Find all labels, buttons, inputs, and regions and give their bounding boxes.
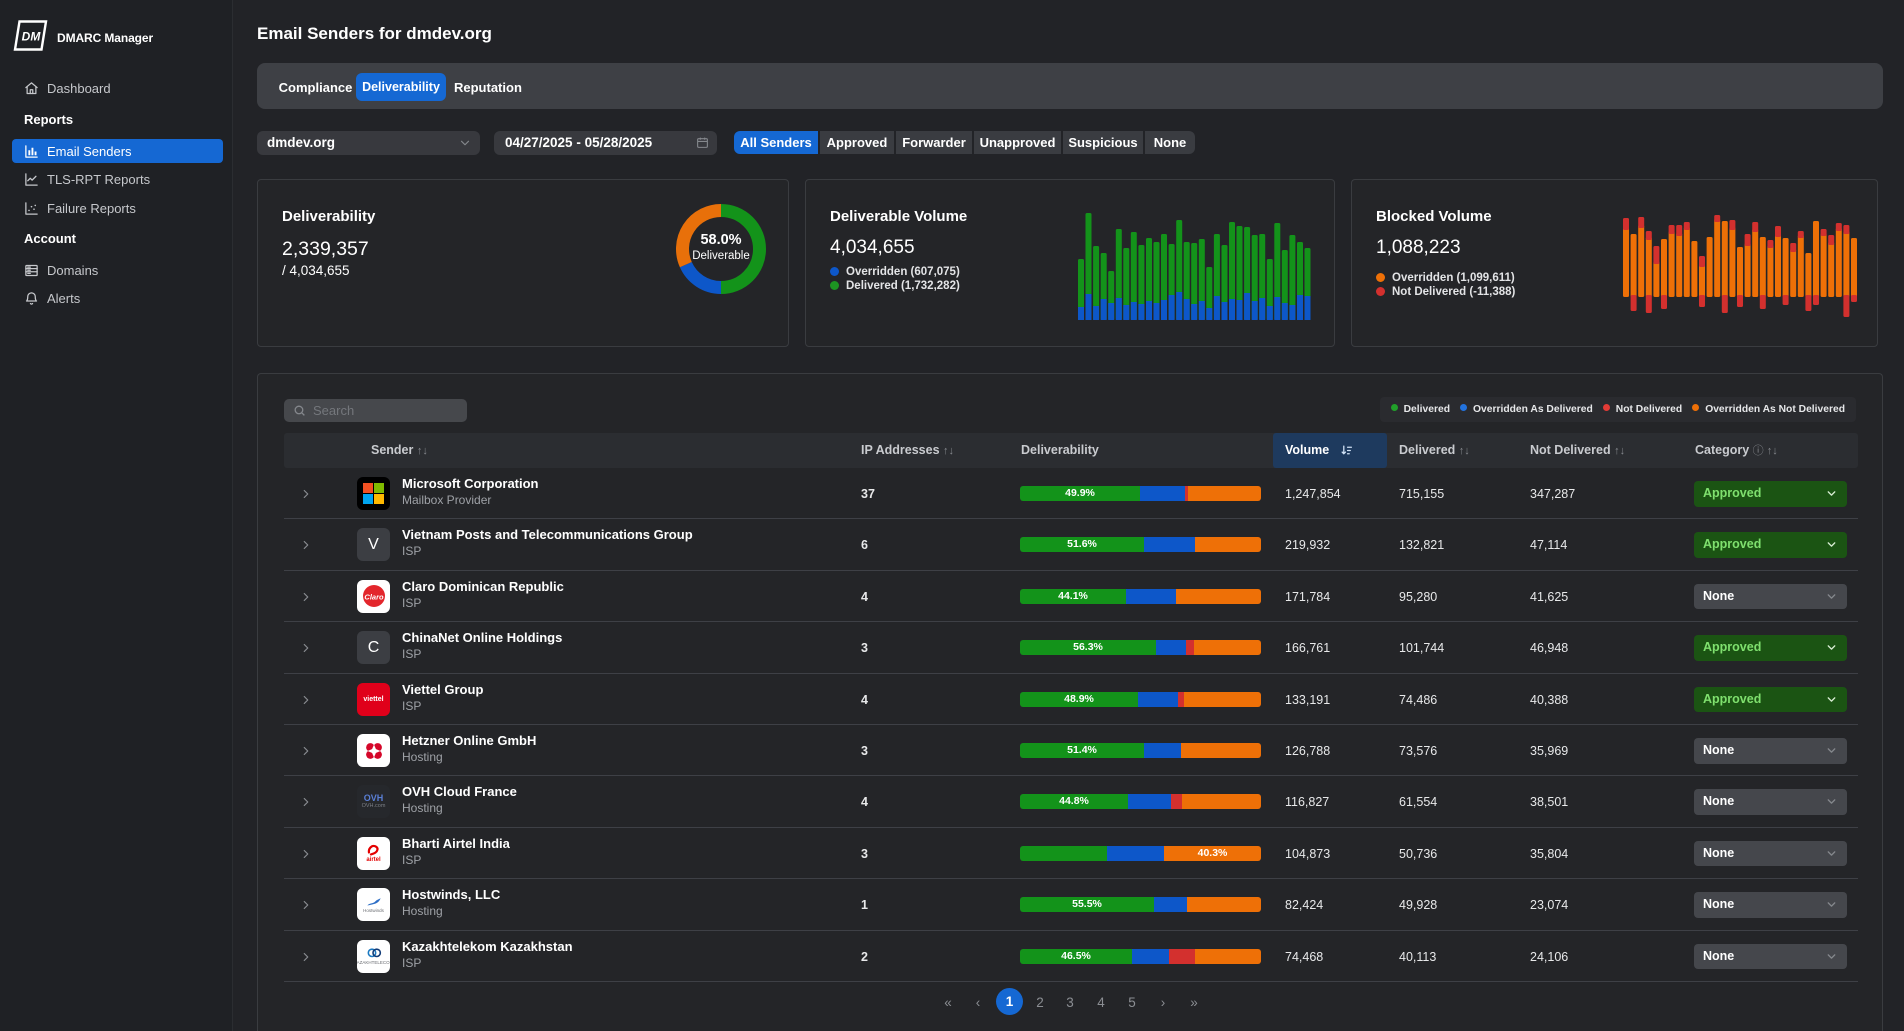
svg-text:DM: DM: [22, 30, 42, 44]
svg-text:Claro: Claro: [364, 593, 384, 602]
